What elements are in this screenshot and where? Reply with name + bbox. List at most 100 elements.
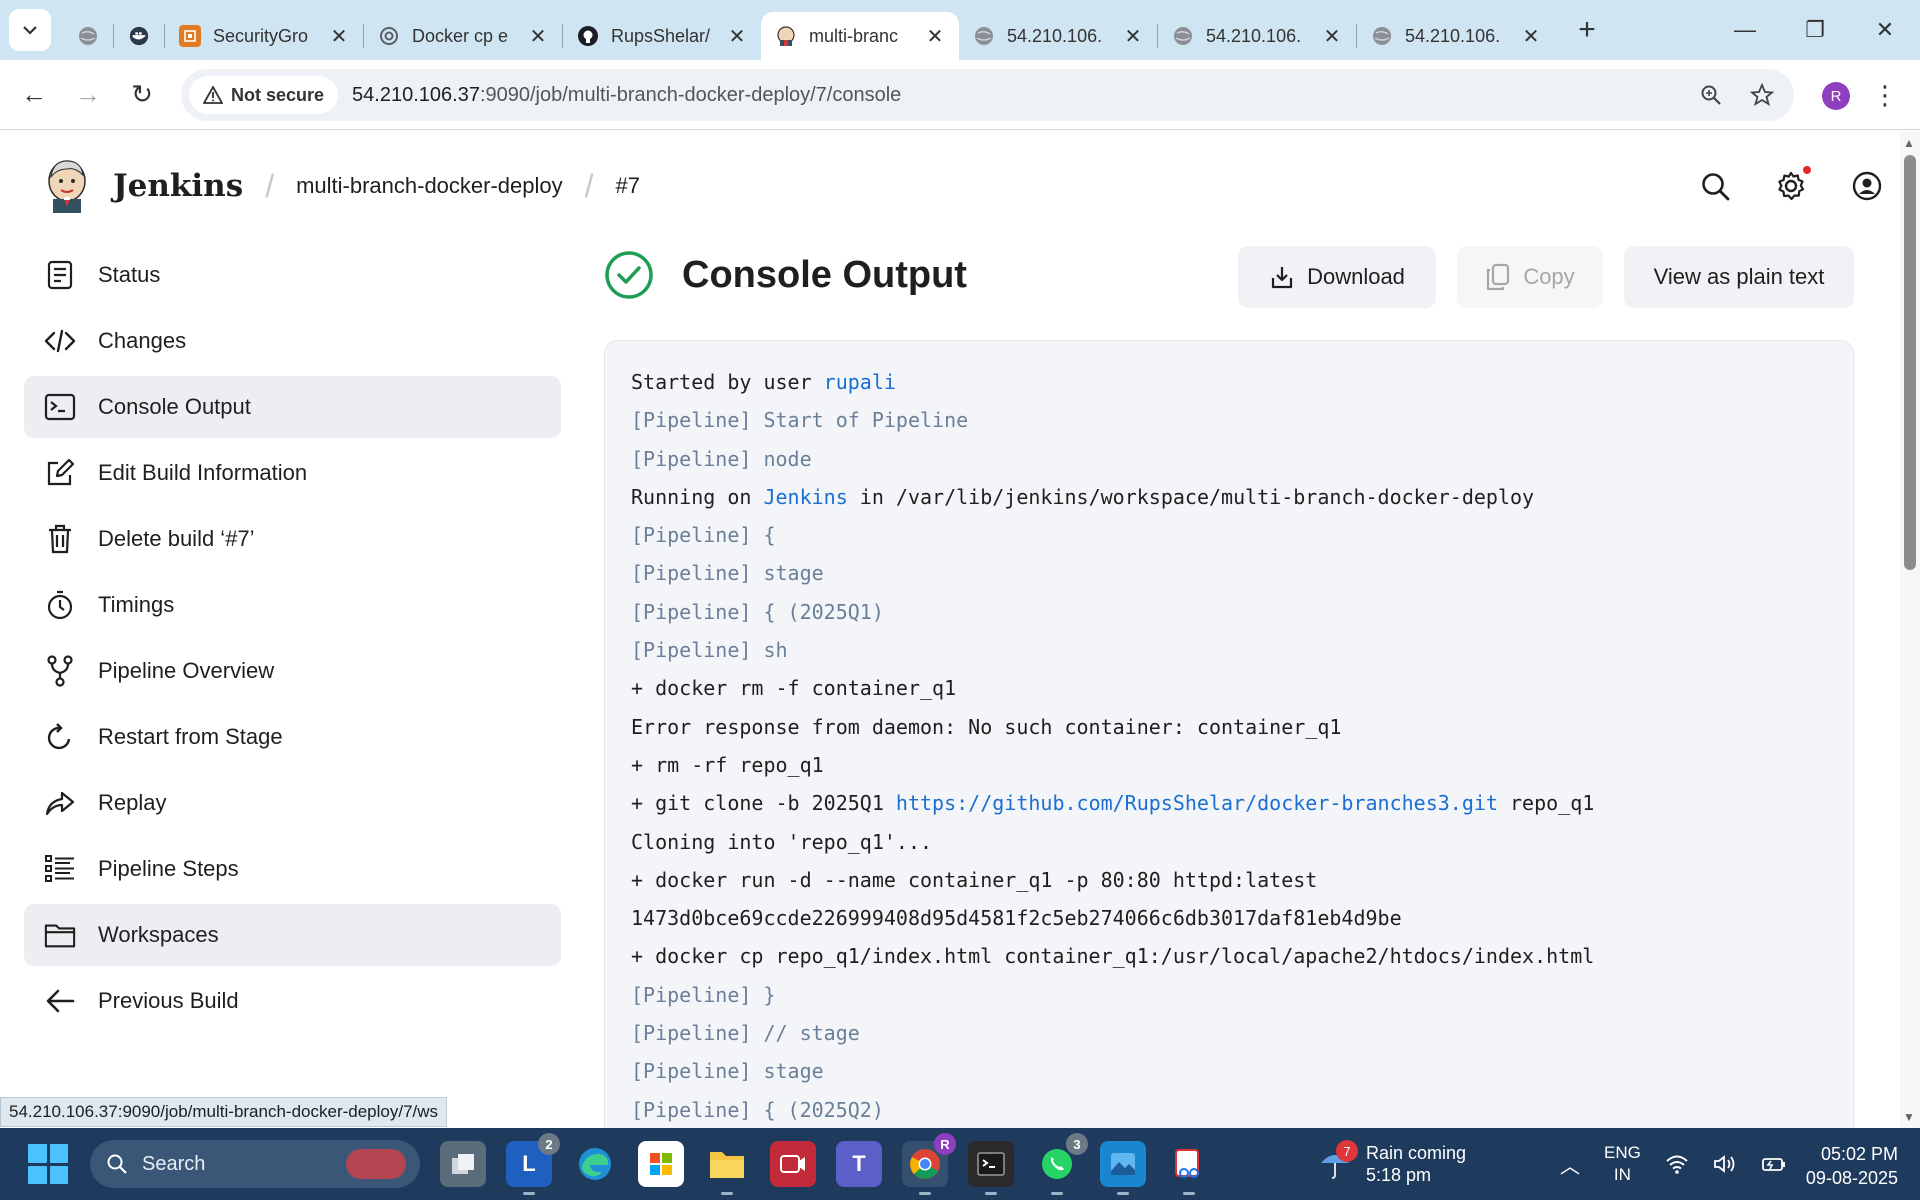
taskbar-search-box[interactable]: Search <box>90 1140 420 1188</box>
scrollbar-thumb[interactable] <box>1904 155 1916 570</box>
restore-icon[interactable]: ❐ <box>1780 0 1850 60</box>
close-icon[interactable]: ✕ <box>925 24 945 49</box>
close-icon[interactable]: ✕ <box>528 24 548 49</box>
jenkins-brand[interactable]: Jenkins <box>113 168 243 204</box>
edge-icon[interactable] <box>572 1141 618 1187</box>
browser-tab[interactable]: Docker cp e ✕ <box>364 12 562 60</box>
user-link[interactable]: rupali <box>824 370 896 394</box>
taskbar-clock[interactable]: 05:02 PM 09-08-2025 <box>1806 1142 1898 1190</box>
sidebar-item-edit-build-information[interactable]: Edit Build Information <box>24 442 561 504</box>
close-icon[interactable]: ✕ <box>1322 24 1342 49</box>
store-icon[interactable] <box>638 1141 684 1187</box>
weather-title: Rain coming <box>1366 1143 1467 1163</box>
browser-tab[interactable]: 54.210.106. ✕ <box>1158 12 1356 60</box>
sidebar-item-pipeline-steps[interactable]: Pipeline Steps <box>24 838 561 900</box>
profile-avatar[interactable]: R <box>1822 82 1850 110</box>
browser-tab[interactable]: 54.210.106. ✕ <box>1357 12 1555 60</box>
sidebar-item-workspaces[interactable]: Workspaces <box>24 904 561 966</box>
security-label: Not secure <box>231 84 325 105</box>
console-line: [Pipeline] stage <box>631 1059 824 1084</box>
close-icon[interactable]: ✕ <box>1521 24 1541 49</box>
sidebar-item-label: Pipeline Overview <box>98 658 275 683</box>
chevron-up-icon[interactable]: ︿ <box>1560 1150 1580 1179</box>
breadcrumb-separator: / <box>265 167 275 204</box>
zoom-icon[interactable] <box>1700 84 1722 106</box>
url-text[interactable]: 54.210.106.37:9090/job/multi-branch-dock… <box>352 84 901 107</box>
sidebar-item-label: Delete build ‘#7’ <box>98 526 255 551</box>
close-icon[interactable]: ✕ <box>329 24 349 49</box>
manage-jenkins-button[interactable] <box>1776 166 1811 201</box>
browser-tab[interactable]: RupsShelar/ ✕ <box>563 12 761 60</box>
notification-dot <box>1803 166 1811 174</box>
search-icon[interactable] <box>1700 171 1730 201</box>
sidebar-item-label: Pipeline Steps <box>98 856 239 881</box>
tab-search-button[interactable] <box>9 9 51 51</box>
task-view-icon[interactable] <box>440 1141 486 1187</box>
file-explorer-icon[interactable] <box>704 1141 750 1195</box>
sidebar-item-pipeline-overview[interactable]: Pipeline Overview <box>24 640 561 702</box>
jenkins-logo-icon[interactable] <box>45 159 89 213</box>
sidebar-item-timings[interactable]: Timings <box>24 574 561 636</box>
sidebar-item-label: Replay <box>98 790 167 815</box>
download-button[interactable]: Download <box>1238 246 1436 308</box>
minimize-icon[interactable]: — <box>1710 0 1780 60</box>
sidebar-item-changes[interactable]: Changes <box>24 310 561 372</box>
browser-menu-icon[interactable]: ⋮ <box>1872 80 1898 111</box>
sidebar-item-console-output[interactable]: Console Output <box>24 376 561 438</box>
screen-recorder-icon[interactable] <box>770 1141 816 1187</box>
sidebar-item-restart-from-stage[interactable]: Restart from Stage <box>24 706 561 768</box>
breadcrumb-build[interactable]: #7 <box>616 173 640 199</box>
browser-tab[interactable] <box>114 12 164 60</box>
copy-button[interactable]: Copy <box>1457 246 1603 308</box>
console-line: [Pipeline] { (2025Q2) <box>631 1097 884 1122</box>
sidebar-item-replay[interactable]: Replay <box>24 772 561 834</box>
console-line: [Pipeline] Start of Pipeline <box>631 408 969 433</box>
weather-widget[interactable]: 7 Rain coming 5:18 pm <box>1318 1128 1466 1200</box>
battery-icon[interactable] <box>1761 1155 1787 1173</box>
forward-button[interactable]: → <box>68 75 108 115</box>
sidebar-item-label: Previous Build <box>98 988 239 1013</box>
volume-icon[interactable] <box>1713 1154 1737 1174</box>
close-icon[interactable]: ✕ <box>727 24 747 49</box>
browser-tab[interactable]: 54.210.106. ✕ <box>959 12 1157 60</box>
reload-button[interactable]: ↻ <box>122 75 162 115</box>
docker-icon <box>128 25 150 47</box>
terminal-app-icon[interactable] <box>968 1141 1014 1195</box>
browser-tab-active[interactable]: multi-branc ✕ <box>761 12 959 60</box>
scroll-up-icon[interactable]: ▲ <box>1903 136 1915 150</box>
snipping-tool-icon[interactable] <box>1166 1141 1212 1195</box>
console-line: + docker run -d --name container_q1 -p 8… <box>631 867 1318 892</box>
breadcrumb-job[interactable]: multi-branch-docker-deploy <box>296 173 563 199</box>
whatsapp-icon[interactable]: 3 <box>1034 1133 1088 1195</box>
windows-start-icon[interactable] <box>28 1144 68 1184</box>
new-tab-button[interactable]: + <box>1567 13 1607 47</box>
close-window-icon[interactable]: ✕ <box>1850 0 1920 60</box>
repo-link[interactable]: https://github.com/RupsShelar/docker-bra… <box>896 791 1498 815</box>
browser-tab[interactable]: SecurityGro ✕ <box>165 12 363 60</box>
console-line: [Pipeline] } <box>631 982 776 1007</box>
view-plain-text-button[interactable]: View as plain text <box>1624 246 1854 308</box>
sidebar-item-label: Edit Build Information <box>98 460 308 485</box>
globe-icon <box>973 25 995 47</box>
bookmark-star-icon[interactable] <box>1750 83 1774 107</box>
user-account-icon[interactable] <box>1852 171 1882 201</box>
header-actions <box>1700 131 1882 241</box>
wifi-icon[interactable] <box>1665 1154 1689 1174</box>
sidebar-item-status[interactable]: Status <box>24 244 561 306</box>
photos-icon[interactable] <box>1100 1141 1146 1195</box>
taskbar-app-l[interactable]: L2 <box>506 1133 560 1195</box>
back-button[interactable]: ← <box>14 75 54 115</box>
clock-time: 05:02 PM <box>1820 1144 1898 1164</box>
language-indicator[interactable]: ENG IN <box>1604 1142 1641 1186</box>
node-link[interactable]: Jenkins <box>763 485 847 509</box>
teams-icon[interactable]: T <box>836 1141 882 1187</box>
address-bar[interactable]: Not secure 54.210.106.37:9090/job/multi-… <box>181 69 1794 121</box>
browser-tab[interactable] <box>63 12 113 60</box>
site-info-button[interactable]: Not secure <box>189 76 339 114</box>
sidebar-item-delete-build[interactable]: Delete build ‘#7’ <box>24 508 561 570</box>
sidebar-item-previous-build[interactable]: Previous Build <box>24 970 561 1032</box>
scroll-down-icon[interactable]: ▼ <box>1903 1110 1915 1124</box>
list-icon <box>44 853 76 885</box>
chrome-icon[interactable]: R <box>902 1133 956 1195</box>
close-icon[interactable]: ✕ <box>1123 24 1143 49</box>
